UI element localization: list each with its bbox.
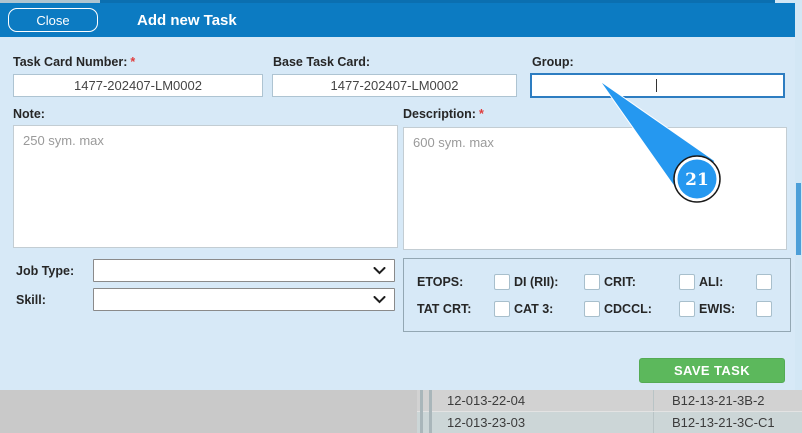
task-number-cell: 12-013-23-03 [447, 415, 526, 430]
flag-etops: ETOPS: [417, 268, 514, 295]
scrollbar-thumb[interactable] [796, 183, 801, 255]
flag-ali: ALI: [699, 268, 776, 295]
modal-overlap-cover [0, 390, 417, 433]
table-gridline [429, 390, 432, 433]
flag-di-rii: DI (RII): [514, 268, 604, 295]
flag-tat-crt: TAT CRT: [417, 295, 514, 322]
note-textarea[interactable] [13, 125, 398, 248]
ali-checkbox[interactable] [756, 273, 772, 290]
save-task-button[interactable]: SAVE TASK [639, 358, 785, 383]
text-caret [656, 79, 657, 92]
skill-label: Skill: [16, 293, 46, 307]
add-new-task-modal: Close Add new Task Task Card Number: * Ba… [0, 3, 795, 390]
tat-crt-checkbox[interactable] [494, 300, 510, 317]
etops-checkbox[interactable] [494, 273, 510, 290]
job-type-select[interactable] [93, 259, 395, 282]
task-card-number-label: Task Card Number: * [13, 55, 136, 69]
base-task-card-input[interactable] [272, 74, 517, 97]
add-new-task-screen: Close Add new Task Task Card Number: * Ba… [0, 0, 802, 433]
skill-select[interactable] [93, 288, 395, 311]
background-table: 12-013-22-04 B12-13-21-3B-2 12-013-23-03… [0, 390, 802, 433]
group-input[interactable] [530, 73, 785, 98]
table-row[interactable]: 12-013-23-03 B12-13-21-3C-C1 [417, 412, 802, 433]
flag-cdccl: CDCCL: [604, 295, 699, 322]
modal-title: Add new Task [137, 11, 237, 29]
cdccl-checkbox[interactable] [679, 300, 695, 317]
crit-checkbox[interactable] [679, 273, 695, 290]
task-card-cell: B12-13-21-3B-2 [653, 390, 765, 411]
task-card-cell: B12-13-21-3C-C1 [653, 412, 775, 433]
description-textarea[interactable] [403, 127, 787, 250]
close-button[interactable]: Close [8, 8, 98, 32]
required-asterisk: * [478, 107, 484, 121]
ewis-checkbox[interactable] [756, 300, 772, 317]
di-rii-checkbox[interactable] [584, 273, 600, 290]
flag-crit: CRIT: [604, 268, 699, 295]
table-row[interactable]: 12-013-22-04 B12-13-21-3B-2 [417, 390, 802, 411]
job-type-label: Job Type: [16, 264, 75, 278]
table-gridline [420, 390, 423, 433]
required-asterisk: * [130, 55, 136, 69]
note-label: Note: [13, 107, 45, 121]
cat-3-checkbox[interactable] [584, 300, 600, 317]
chevron-down-icon [373, 295, 386, 303]
modal-body: Task Card Number: * Base Task Card: Group… [0, 37, 795, 390]
modal-header: Close Add new Task [0, 3, 795, 37]
chevron-down-icon [373, 266, 386, 274]
base-task-card-label: Base Task Card: [273, 55, 371, 69]
flag-ewis: EWIS: [699, 295, 776, 322]
flags-panel: ETOPS: DI (RII): CRIT: ALI: TAT CRT: CAT… [403, 258, 791, 332]
description-label: Description: * [403, 107, 484, 121]
group-label: Group: [532, 55, 574, 69]
flag-cat-3: CAT 3: [514, 295, 604, 322]
page-scrollbar[interactable] [795, 3, 802, 390]
task-card-number-input[interactable] [13, 74, 263, 97]
task-number-cell: 12-013-22-04 [447, 393, 526, 408]
